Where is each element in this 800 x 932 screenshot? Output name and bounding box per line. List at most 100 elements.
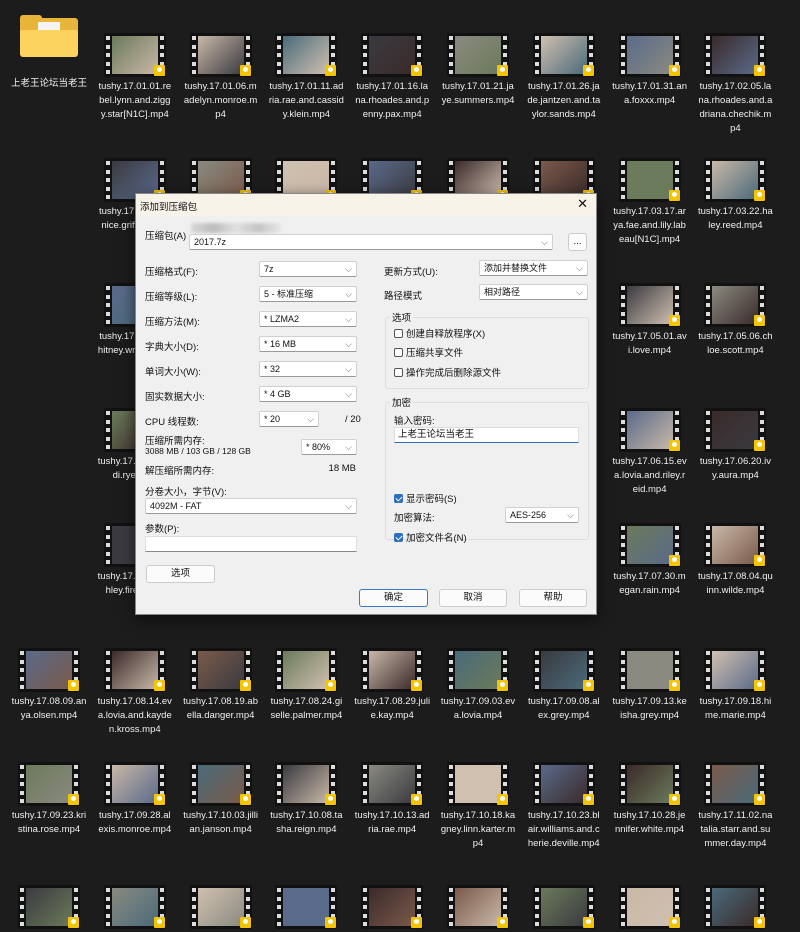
unmem-label: 解压缩所需内存: (145, 466, 215, 477)
video-thumbnail-icon (103, 33, 166, 77)
player-badge-icon (754, 440, 766, 451)
file-name: tushy.17.06.20.ivy.aura.mp4 (699, 456, 771, 481)
browse-button[interactable]: ... (568, 233, 587, 251)
close-icon[interactable]: ✕ (577, 196, 588, 212)
video-thumbnail-icon (618, 33, 681, 77)
video-file-item[interactable]: tushy.17.01.26.jade.jantzen.and.taylor.s… (521, 33, 607, 122)
video-thumbnail-icon (18, 885, 80, 929)
dict-select[interactable]: * 16 MB ⌵ (259, 336, 357, 352)
help-button[interactable]: 帮助 (519, 589, 587, 607)
video-file-item[interactable]: tushy.17.10.23.blair.williams.and.cherie… (521, 762, 607, 851)
video-file-item[interactable]: tushy.17.08.14.eva.lovia.and.kayden.kros… (92, 648, 178, 737)
video-file-item[interactable]: tushy.17.08.29.julie.kay.mp4 (349, 648, 435, 723)
video-thumbnail-icon (447, 885, 509, 929)
video-file-item[interactable]: tushy.17.01.11.adria.rae.and.cassidy.kle… (263, 33, 349, 122)
video-thumbnail-icon (532, 33, 595, 77)
file-name: tushy.17.01.26.jade.jantzen.and.taylor.s… (527, 81, 601, 120)
video-file-item[interactable]: tushy.17.09.08.alex.grey.mp4 (521, 648, 607, 723)
video-file-item[interactable]: tushy.17.03.17.arya.fae.and.lily.labeau[… (607, 158, 693, 247)
video-file-item[interactable]: tushy.17.07.30.megan.rain.mp4 (607, 523, 693, 598)
dict-value: * 16 MB (264, 339, 297, 349)
video-file-item[interactable]: tushy.17.06.15.eva.lovia.and.riley.reid.… (607, 408, 693, 497)
video-thumbnail-icon (532, 885, 595, 929)
video-file-item[interactable]: tushy.17.10.08.tasha.reign.mp4 (263, 762, 349, 837)
update-label: 更新方式(U): (384, 267, 438, 278)
level-select[interactable]: 5 - 标准压缩 ⌵ (259, 286, 357, 302)
video-file-item[interactable]: tushy.17.08.19.abella.danger.mp4 (178, 648, 264, 723)
video-file-item[interactable]: tushy.17.10.03.jillian.janson.mp4 (178, 762, 264, 837)
video-file-item[interactable]: tushy.17.02.05.lana.rhoades.and.adriana.… (692, 33, 778, 136)
file-name: tushy.17.10.28.jennifer.white.mp4 (613, 810, 686, 835)
format-label: 压缩格式(F): (145, 267, 198, 278)
video-file-item[interactable]: tushy.17.09.23.kristina.rose.mp4 (6, 762, 92, 837)
video-file-item[interactable]: tushy.17.06.20.ivy.aura.mp4 (692, 408, 778, 483)
video-file-item[interactable]: tushy.17.10.28.jennifer.white.mp4 (607, 762, 693, 837)
video-file-item[interactable]: tushy.17.01.01.rebel.lynn.and.ziggy.star… (92, 33, 178, 122)
video-thumbnail-icon (18, 762, 80, 806)
video-file-item[interactable]: tushy.17.01.21.jaye.summers.mp4 (435, 33, 521, 108)
video-file-item[interactable]: tushy.17.10.18.kagney.linn.karter.mp4 (435, 762, 521, 851)
dict-label: 字典大小(D): (145, 342, 199, 353)
video-file-item[interactable]: tushy.17.09.03.eva.lovia.mp4 (435, 648, 521, 723)
solid-select[interactable]: * 4 GB ⌵ (259, 386, 357, 402)
options-button[interactable]: 选项 (146, 565, 215, 583)
file-name: tushy.17.01.06.madelyn.monroe.mp4 (183, 81, 258, 120)
path-select[interactable]: 相对路径 ⌵ (479, 284, 588, 300)
video-file-item[interactable]: tushy.17.10.13.adria.rae.mp4 (349, 762, 435, 837)
chevron-down-icon: ⌵ (345, 314, 352, 324)
ok-button[interactable]: 确定 (359, 589, 428, 607)
video-thumbnail-icon (618, 762, 681, 806)
sfx-checkbox[interactable]: 创建自释放程序(X) (394, 326, 485, 340)
video-file-item[interactable]: tushy.17.09.18.hime.marie.mp4 (692, 648, 778, 723)
mem-select[interactable]: * 80% ⌵ (301, 439, 357, 455)
player-badge-icon (325, 65, 337, 76)
video-file-item[interactable]: tushy.17.03.22.haley.reed.mp4 (692, 158, 778, 233)
password-label: 输入密码: (394, 416, 435, 427)
word-label: 单词大小(W): (145, 367, 201, 378)
video-file-item[interactable]: tushy.17.08.04.quinn.wilde.mp4 (692, 523, 778, 598)
chevron-down-icon: ⌵ (345, 442, 352, 452)
video-thumbnail-icon (275, 33, 338, 77)
format-select[interactable]: 7z ⌵ (259, 261, 357, 277)
video-file-item[interactable]: tushy.17.11.02.natalia.starr.and.summer.… (692, 762, 778, 851)
video-file-item[interactable]: tushy.17.01.06.madelyn.monroe.mp4 (178, 33, 264, 122)
file-name: tushy.17.03.22.haley.reed.mp4 (697, 206, 773, 231)
video-thumbnail-icon (618, 158, 681, 202)
method-select[interactable]: * LZMA2 ⌵ (259, 311, 357, 327)
delete-checkbox[interactable]: 操作完成后删除源文件 (394, 365, 501, 379)
video-file-item[interactable]: tushy.17.08.24.giselle.palmer.mp4 (263, 648, 349, 723)
shared-checkbox[interactable]: 压缩共享文件 (394, 345, 463, 359)
split-value: 4092M - FAT (150, 501, 202, 511)
algo-value: AES-256 (510, 510, 547, 520)
file-name: tushy.17.08.29.julie.kay.mp4 (354, 696, 431, 721)
algo-select[interactable]: AES-256 ⌵ (505, 507, 579, 523)
player-badge-icon (754, 917, 766, 928)
video-file-item[interactable]: tushy.17.08.09.anya.olsen.mp4 (6, 648, 92, 723)
file-name: tushy.17.01.01.rebel.lynn.and.ziggy.star… (98, 81, 172, 120)
archive-combo[interactable]: 2017.7z ⌵ (189, 234, 553, 250)
mem-detail: 3088 MB / 103 GB / 128 GB (145, 446, 251, 456)
video-file-item[interactable]: tushy.17.05.06.chloe.scott.mp4 (692, 283, 778, 358)
player-badge-icon (497, 794, 508, 805)
video-file-item[interactable]: tushy.17.01.16.lana.rhoades.and.penny.pa… (349, 33, 435, 122)
player-badge-icon (668, 190, 680, 201)
video-file-item[interactable]: tushy.17.09.13.keisha.grey.mp4 (607, 648, 693, 723)
split-select[interactable]: 4092M - FAT ⌵ (145, 498, 357, 514)
cpu-select[interactable]: * 20 ⌵ (259, 411, 319, 427)
update-select[interactable]: 添加并替换文件 ⌵ (479, 260, 588, 276)
encrypt-names-checkbox[interactable]: 加密文件名(N) (394, 530, 467, 544)
video-file-item[interactable]: tushy.17.09.28.alexis.monroe.mp4 (92, 762, 178, 837)
video-thumbnail-icon (189, 648, 252, 692)
cancel-button[interactable]: 取消 (439, 589, 507, 607)
video-thumbnail-icon (618, 523, 681, 567)
show-password-checkbox[interactable]: 显示密码(S) (394, 491, 457, 505)
word-select[interactable]: * 32 ⌵ (259, 361, 357, 377)
video-file-item[interactable]: tushy.17.01.31.ana.foxxx.mp4 (607, 33, 693, 108)
params-input[interactable] (145, 536, 357, 552)
method-label: 压缩方法(M): (145, 317, 200, 328)
player-badge-icon (411, 65, 423, 76)
video-file-item[interactable]: tushy.17.05.01.avi.love.mp4 (607, 283, 693, 358)
password-input[interactable]: 上老王论坛当老王 (394, 427, 579, 443)
file-name: tushy.17.02.05.lana.rhoades.and.adriana.… (698, 81, 773, 134)
folder-item[interactable]: 上老王论坛当老王 (6, 14, 92, 91)
